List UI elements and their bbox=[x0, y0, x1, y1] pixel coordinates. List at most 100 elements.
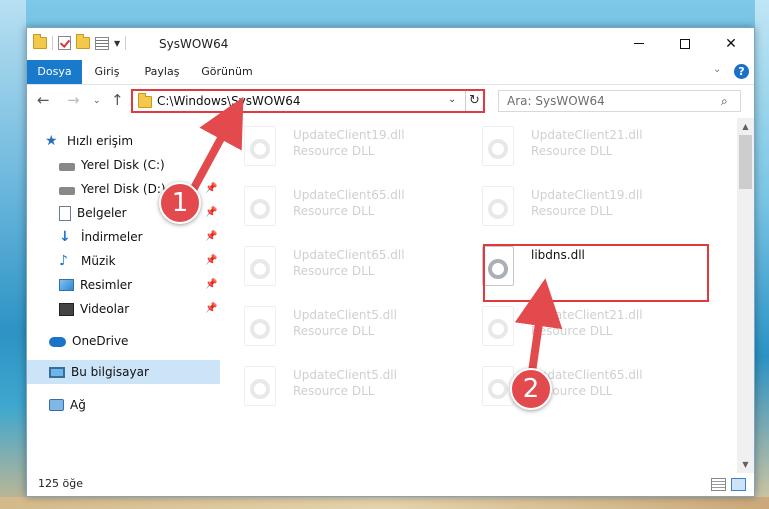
quick-access-toolbar: ▼ bbox=[33, 34, 127, 50]
properties-check-icon[interactable] bbox=[58, 36, 71, 50]
disk-icon bbox=[59, 163, 75, 171]
gear-icon bbox=[488, 379, 508, 399]
sidebar-item-label: Müzik bbox=[81, 254, 116, 268]
file-description: Resource DLL bbox=[531, 144, 613, 158]
dll-file-icon bbox=[482, 186, 514, 226]
details-view-icon[interactable] bbox=[711, 478, 726, 491]
navigation-bar: ← → ⌄ ↑ C:\Windows\SysWOW64 ⌄ ↻ Ara: Sys… bbox=[27, 85, 754, 118]
scrollbar-thumb[interactable] bbox=[739, 135, 752, 189]
file-item[interactable]: UpdateClient21.dll Resource DLL bbox=[465, 118, 665, 174]
tab-file[interactable]: Dosya bbox=[27, 60, 82, 84]
file-description: Resource DLL bbox=[531, 204, 613, 218]
file-item[interactable]: UpdateClient65.dll Resource DLL bbox=[465, 358, 665, 414]
file-name: UpdateClient5.dll bbox=[293, 308, 397, 322]
file-item[interactable]: UpdateClient5.dll Resource DLL bbox=[227, 358, 427, 414]
gear-icon bbox=[250, 139, 270, 159]
file-name: UpdateClient19.dll bbox=[531, 188, 643, 202]
close-button[interactable]: ✕ bbox=[708, 28, 754, 59]
documents-icon bbox=[59, 205, 71, 221]
gear-icon bbox=[488, 319, 508, 339]
file-description: Resource DLL bbox=[293, 264, 375, 278]
file-description: Resource DLL bbox=[293, 144, 375, 158]
forward-arrow-icon[interactable]: → bbox=[67, 91, 80, 109]
music-icon: ♪ bbox=[59, 253, 68, 269]
sidebar-item-network[interactable]: Ağ bbox=[27, 393, 220, 417]
tab-home[interactable]: Giriş bbox=[87, 60, 127, 84]
downloads-icon: ↓ bbox=[59, 229, 71, 245]
minimize-icon bbox=[634, 43, 644, 44]
sidebar-item-label: İndirmeler bbox=[81, 230, 143, 244]
chevron-down-icon[interactable]: ▼ bbox=[114, 39, 120, 48]
sidebar-item-music[interactable]: ♪ Müzik 📌 bbox=[27, 249, 220, 273]
sidebar-item-label: Yerel Disk (D:) bbox=[81, 182, 166, 196]
scroll-up-icon[interactable]: ▲ bbox=[737, 118, 754, 135]
maximize-button[interactable] bbox=[662, 28, 708, 59]
separator bbox=[125, 36, 127, 50]
sidebar-item-quick-access[interactable]: ★ Hızlı erişim bbox=[27, 129, 220, 153]
dll-file-icon bbox=[482, 126, 514, 166]
folder-icon bbox=[138, 93, 152, 108]
file-item[interactable]: UpdateClient19.dll Resource DLL bbox=[465, 178, 665, 234]
gear-icon bbox=[488, 139, 508, 159]
desktop-background-right bbox=[755, 0, 769, 509]
pin-icon[interactable]: 📌 bbox=[205, 255, 217, 266]
file-name: UpdateClient21.dll bbox=[531, 128, 643, 142]
ribbon-tabs: Dosya Giriş Paylaş Görünüm ⌄ ? bbox=[27, 60, 754, 85]
tab-share[interactable]: Paylaş bbox=[137, 60, 187, 84]
search-input[interactable]: Ara: SysWOW64 ⌕ bbox=[498, 90, 741, 112]
gear-icon bbox=[250, 199, 270, 219]
search-icon[interactable]: ⌕ bbox=[721, 94, 728, 109]
gear-icon bbox=[250, 259, 270, 279]
new-folder-icon[interactable] bbox=[76, 34, 90, 49]
sidebar-item-videos[interactable]: Videolar 📌 bbox=[27, 297, 220, 321]
gear-icon bbox=[250, 319, 270, 339]
dll-file-icon bbox=[482, 306, 514, 346]
disk-icon bbox=[59, 187, 75, 195]
file-item[interactable]: UpdateClient65.dll Resource DLL bbox=[227, 178, 427, 234]
file-item[interactable]: UpdateClient5.dll Resource DLL bbox=[227, 298, 427, 354]
file-item[interactable]: UpdateClient19.dll Resource DLL bbox=[227, 118, 427, 174]
pin-icon[interactable]: 📌 bbox=[205, 183, 217, 194]
tab-view[interactable]: Görünüm bbox=[197, 60, 257, 84]
file-name: UpdateClient65.dll bbox=[293, 188, 405, 202]
refresh-icon[interactable]: ↻ bbox=[465, 91, 483, 111]
file-item[interactable]: UpdateClient21.dll Resource DLL bbox=[465, 298, 665, 354]
address-path[interactable]: C:\Windows\SysWOW64 bbox=[157, 94, 301, 108]
minimize-button[interactable] bbox=[616, 28, 662, 59]
vertical-scrollbar[interactable]: ▲ ▼ bbox=[737, 118, 754, 473]
pin-icon[interactable]: 📌 bbox=[205, 303, 217, 314]
file-description: Resource DLL bbox=[293, 324, 375, 338]
customize-icon[interactable] bbox=[95, 36, 109, 50]
this-pc-icon bbox=[49, 366, 65, 378]
sidebar-item-label: Videolar bbox=[80, 302, 130, 316]
back-arrow-icon[interactable]: ← bbox=[37, 91, 50, 109]
sidebar-item-this-pc[interactable]: Bu bilgisayar bbox=[27, 360, 220, 384]
sidebar-item-pictures[interactable]: Resimler 📌 bbox=[27, 273, 220, 297]
expand-ribbon-icon[interactable]: ⌄ bbox=[713, 64, 721, 75]
sidebar-item-label: Bu bilgisayar bbox=[71, 365, 149, 379]
up-arrow-icon[interactable]: ↑ bbox=[111, 91, 124, 109]
address-bar[interactable]: C:\Windows\SysWOW64 ⌄ ↻ bbox=[131, 89, 485, 113]
sidebar-item-downloads[interactable]: ↓ İndirmeler 📌 bbox=[27, 225, 220, 249]
large-icons-view-icon[interactable] bbox=[731, 478, 746, 491]
close-icon: ✕ bbox=[725, 35, 737, 52]
recent-locations-chevron-icon[interactable]: ⌄ bbox=[93, 96, 101, 106]
pin-icon[interactable]: 📌 bbox=[205, 207, 217, 218]
search-placeholder: Ara: SysWOW64 bbox=[507, 94, 605, 108]
item-count: 125 öğe bbox=[38, 477, 83, 490]
file-name: UpdateClient5.dll bbox=[293, 368, 397, 382]
pictures-icon bbox=[59, 279, 74, 291]
onedrive-icon bbox=[49, 337, 66, 347]
dll-file-icon bbox=[244, 306, 276, 346]
address-dropdown-icon[interactable]: ⌄ bbox=[448, 94, 456, 105]
file-item[interactable]: UpdateClient65.dll Resource DLL bbox=[227, 238, 427, 294]
gear-icon bbox=[250, 379, 270, 399]
desktop-background-bottom bbox=[0, 497, 769, 509]
help-icon[interactable]: ? bbox=[734, 64, 749, 79]
scroll-down-icon[interactable]: ▼ bbox=[737, 456, 754, 473]
pin-icon[interactable]: 📌 bbox=[205, 231, 217, 242]
sidebar-item-onedrive[interactable]: OneDrive bbox=[27, 329, 220, 353]
pin-icon[interactable]: 📌 bbox=[205, 279, 217, 290]
sidebar-item-local-disk-c[interactable]: Yerel Disk (C:) bbox=[27, 153, 220, 177]
gear-icon bbox=[488, 199, 508, 219]
